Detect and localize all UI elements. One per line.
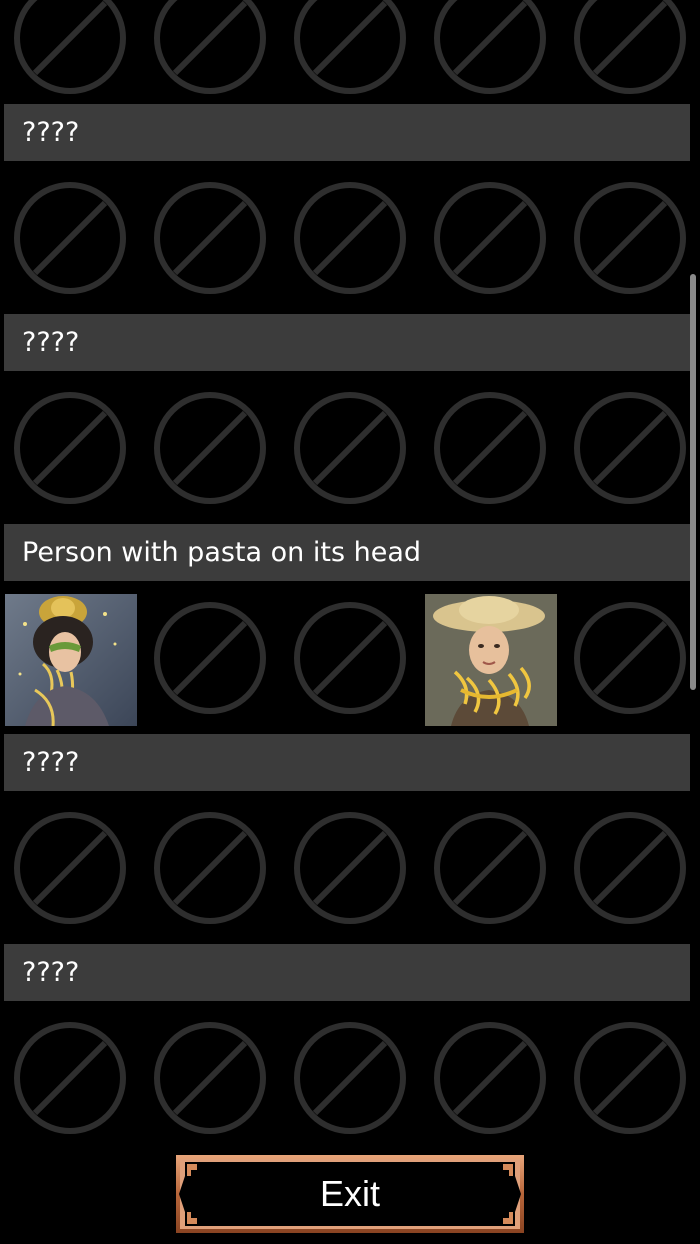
collection-gallery[interactable]: ???????? Person with pasta on its head ??… — [0, 0, 700, 1140]
scrollbar[interactable] — [690, 274, 696, 690]
locked-gallery-tile — [284, 802, 416, 934]
prohibited-circle-icon — [154, 1022, 266, 1134]
prohibited-circle-icon — [574, 0, 686, 94]
prohibited-circle-icon — [14, 0, 126, 94]
locked-gallery-tile — [424, 1012, 556, 1140]
prohibited-circle-icon — [574, 182, 686, 294]
locked-gallery-tile — [564, 1012, 696, 1140]
category-header: ???? — [4, 944, 690, 1001]
locked-gallery-tile — [144, 0, 276, 104]
prohibited-circle-icon — [574, 602, 686, 714]
prohibited-circle-icon — [574, 1022, 686, 1134]
category-header: ???? — [4, 734, 690, 791]
prohibited-circle-icon — [154, 602, 266, 714]
prohibited-circle-icon — [434, 812, 546, 924]
locked-gallery-tile — [284, 0, 416, 104]
locked-gallery-tile — [284, 172, 416, 304]
prohibited-circle-icon — [294, 392, 406, 504]
exit-button-label: Exit — [319, 1173, 380, 1214]
locked-gallery-tile — [144, 1012, 276, 1140]
locked-gallery-tile — [144, 382, 276, 514]
prohibited-circle-icon — [294, 0, 406, 94]
prohibited-circle-icon — [154, 812, 266, 924]
locked-gallery-tile — [564, 0, 696, 104]
locked-gallery-tile — [424, 802, 556, 934]
locked-gallery-tile — [424, 382, 556, 514]
locked-gallery-tile — [144, 592, 276, 724]
prohibited-circle-icon — [294, 182, 406, 294]
prohibited-circle-icon — [14, 392, 126, 504]
locked-gallery-tile — [144, 172, 276, 304]
prohibited-circle-icon — [434, 0, 546, 94]
prohibited-circle-icon — [154, 182, 266, 294]
locked-gallery-tile — [4, 802, 136, 934]
locked-gallery-tile — [284, 382, 416, 514]
locked-gallery-tile — [4, 1012, 136, 1140]
prohibited-circle-icon — [434, 392, 546, 504]
locked-gallery-tile — [424, 0, 556, 104]
prohibited-circle-icon — [294, 812, 406, 924]
prohibited-circle-icon — [574, 812, 686, 924]
prohibited-circle-icon — [14, 1022, 126, 1134]
locked-gallery-tile — [4, 0, 136, 104]
prohibited-circle-icon — [294, 1022, 406, 1134]
locked-gallery-tile — [564, 172, 696, 304]
prohibited-circle-icon — [574, 392, 686, 504]
locked-gallery-tile — [284, 592, 416, 724]
prohibited-circle-icon — [154, 392, 266, 504]
locked-gallery-tile — [564, 382, 696, 514]
exit-button[interactable]: Exit — [175, 1154, 525, 1234]
category-header: ???? — [4, 314, 690, 371]
category-header: ???? — [4, 104, 690, 161]
unlocked-gallery-thumbnail[interactable] — [425, 594, 557, 726]
locked-gallery-tile — [424, 172, 556, 304]
locked-gallery-tile — [144, 802, 276, 934]
locked-gallery-tile — [4, 172, 136, 304]
prohibited-circle-icon — [154, 0, 266, 94]
prohibited-circle-icon — [14, 182, 126, 294]
locked-gallery-tile — [564, 802, 696, 934]
category-header: Person with pasta on its head — [4, 524, 690, 581]
locked-gallery-tile — [4, 382, 136, 514]
locked-gallery-tile — [284, 1012, 416, 1140]
prohibited-circle-icon — [434, 182, 546, 294]
prohibited-circle-icon — [434, 1022, 546, 1134]
prohibited-circle-icon — [14, 812, 126, 924]
prohibited-circle-icon — [294, 602, 406, 714]
unlocked-gallery-thumbnail[interactable] — [5, 594, 137, 726]
locked-gallery-tile — [564, 592, 696, 724]
